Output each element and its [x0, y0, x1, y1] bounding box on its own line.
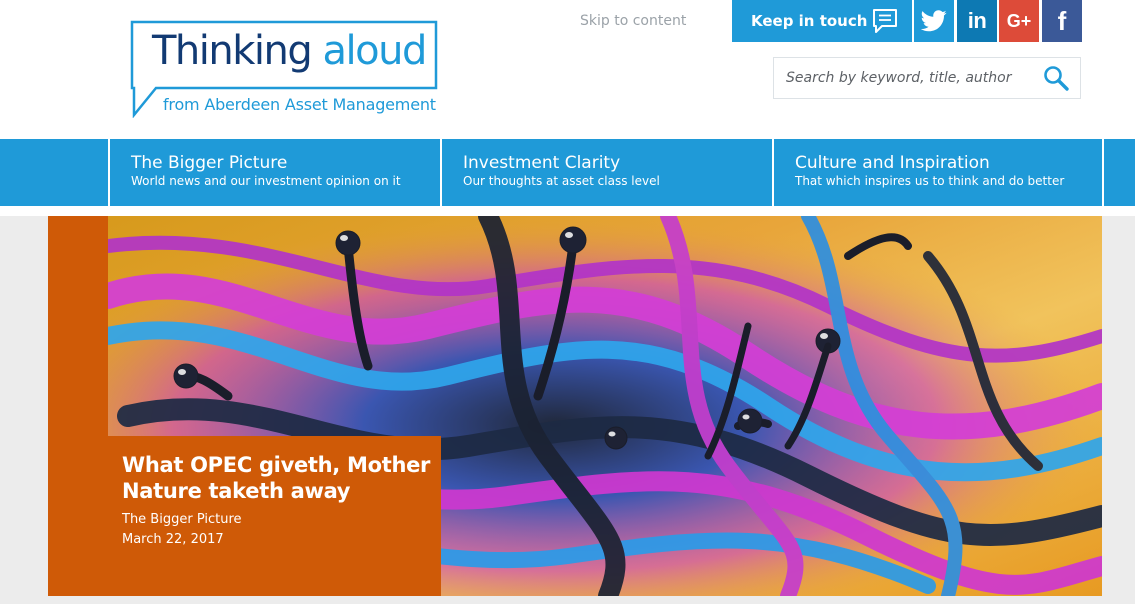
- main-navigation: The Bigger Picture World news and our in…: [0, 139, 1135, 206]
- logo-title-word-thinking: Thinking: [152, 28, 313, 74]
- twitter-icon: [921, 10, 947, 32]
- hero-accent-bar: [48, 216, 108, 596]
- google-plus-button[interactable]: G+: [999, 0, 1039, 42]
- logo-title-word-aloud: aloud: [322, 28, 428, 74]
- nav-item-culture-and-inspiration[interactable]: Culture and Inspiration That which inspi…: [774, 139, 1102, 206]
- linkedin-button[interactable]: in: [957, 0, 997, 42]
- search-box: [773, 57, 1081, 99]
- google-plus-icon: G+: [1006, 11, 1032, 31]
- nav-item-the-bigger-picture[interactable]: The Bigger Picture World news and our in…: [110, 139, 440, 206]
- keep-in-touch-button[interactable]: Keep in touch: [732, 0, 912, 42]
- logo-title: Thinking aloud: [152, 28, 428, 74]
- facebook-icon: f: [1057, 6, 1067, 36]
- facebook-button[interactable]: f: [1042, 0, 1082, 42]
- hero-article-title[interactable]: What OPEC giveth, Mother Nature taketh a…: [122, 452, 437, 504]
- nav-item-subtitle: World news and our investment opinion on…: [131, 174, 401, 188]
- logo-subtitle: from Aberdeen Asset Management: [163, 95, 436, 114]
- hero-article-card: What OPEC giveth, Mother Nature taketh a…: [108, 436, 441, 596]
- twitter-button[interactable]: [914, 0, 954, 42]
- search-input[interactable]: [774, 58, 1039, 98]
- hero-article-category[interactable]: The Bigger Picture: [122, 512, 441, 527]
- nav-item-title: Investment Clarity: [463, 153, 621, 173]
- search-icon[interactable]: [1042, 64, 1072, 92]
- skip-to-content-link[interactable]: Skip to content: [580, 13, 686, 29]
- hero-article-date: March 22, 2017: [122, 532, 224, 547]
- nav-item-investment-clarity[interactable]: Investment Clarity Our thoughts at asset…: [442, 139, 772, 206]
- linkedin-icon: in: [967, 8, 987, 33]
- speech-bubble-icon: [873, 9, 897, 33]
- keep-in-touch-label: Keep in touch: [751, 12, 868, 30]
- nav-item-subtitle: That which inspires us to think and do b…: [795, 174, 1065, 188]
- nav-item-subtitle: Our thoughts at asset class level: [463, 174, 660, 188]
- site-logo[interactable]: Thinking aloud from Aberdeen Asset Manag…: [130, 20, 438, 118]
- nav-item-title: Culture and Inspiration: [795, 153, 990, 173]
- nav-divider: [1102, 139, 1104, 206]
- nav-item-title: The Bigger Picture: [131, 153, 288, 173]
